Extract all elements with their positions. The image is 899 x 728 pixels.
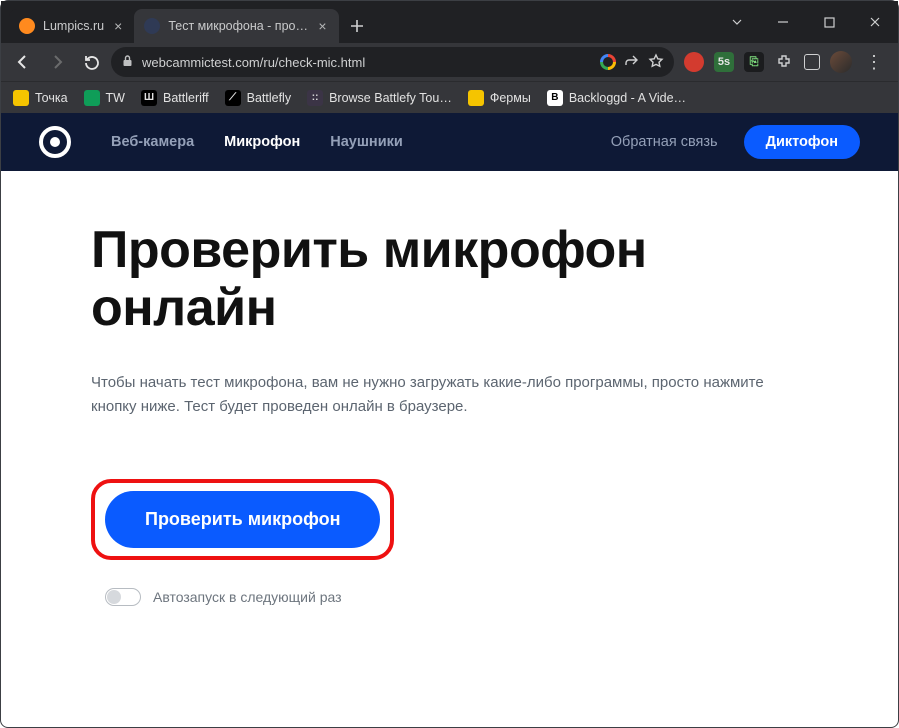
back-button[interactable] bbox=[9, 48, 37, 76]
bookmark-item[interactable]: Точка bbox=[13, 90, 68, 106]
kebab-menu-icon[interactable]: ⋮ bbox=[862, 53, 886, 71]
bookmark-item[interactable]: Фермы bbox=[468, 90, 531, 106]
nav-link-feedback[interactable]: Обратная связь bbox=[611, 134, 718, 150]
browser-chrome: Lumpics.ru × Тест микрофона - проверка м… bbox=[1, 1, 898, 113]
extension-badge[interactable]: 5s bbox=[714, 52, 734, 72]
bookmark-label: TW bbox=[106, 91, 125, 105]
address-bar[interactable]: webcammictest.com/ru/check-mic.html bbox=[111, 47, 674, 77]
toolbar: webcammictest.com/ru/check-mic.html 5s ⎘… bbox=[1, 43, 898, 81]
forward-button[interactable] bbox=[43, 48, 71, 76]
lock-icon bbox=[121, 54, 134, 70]
autostart-row: Автозапуск в следующий раз bbox=[91, 588, 808, 606]
share-icon[interactable] bbox=[624, 53, 640, 72]
nav-links: Веб-камера Микрофон Наушники bbox=[111, 134, 403, 150]
highlight-annotation: Проверить микрофон bbox=[91, 479, 394, 560]
chevron-down-icon[interactable] bbox=[714, 1, 760, 43]
site-logo-icon[interactable] bbox=[39, 126, 71, 158]
bookmark-label: Browse Battlefy Tou… bbox=[329, 91, 452, 105]
tab-mictest[interactable]: Тест микрофона - проверка ми × bbox=[134, 9, 338, 43]
check-microphone-button[interactable]: Проверить микрофон bbox=[105, 491, 380, 548]
tab-lumpics[interactable]: Lumpics.ru × bbox=[9, 9, 134, 43]
bookmark-item[interactable]: TW bbox=[84, 90, 125, 106]
bookmark-item[interactable]: B Backloggd - A Vide… bbox=[547, 90, 686, 106]
close-icon[interactable]: × bbox=[112, 17, 124, 35]
bookmark-label: Backloggd - A Vide… bbox=[569, 91, 686, 105]
bookmark-label: Battlefly bbox=[247, 91, 291, 105]
minimize-button[interactable] bbox=[760, 1, 806, 43]
dictaphone-button[interactable]: Диктофон bbox=[744, 125, 860, 159]
star-icon[interactable] bbox=[648, 53, 664, 72]
extension-icon[interactable] bbox=[684, 52, 704, 72]
globe-icon bbox=[19, 18, 35, 34]
new-tab-button[interactable] bbox=[343, 12, 371, 40]
nav-link-microphone[interactable]: Микрофон bbox=[224, 134, 300, 150]
bookmark-icon: Ш bbox=[141, 90, 157, 106]
tab-title: Тест микрофона - проверка ми bbox=[168, 19, 308, 33]
bookmark-label: Точка bbox=[35, 91, 68, 105]
nav-link-webcam[interactable]: Веб-камера bbox=[111, 134, 194, 150]
bookmark-label: Фермы bbox=[490, 91, 531, 105]
bookmark-icon bbox=[13, 90, 29, 106]
overflow-icon[interactable] bbox=[804, 54, 820, 70]
tab-strip: Lumpics.ru × Тест микрофона - проверка м… bbox=[1, 1, 371, 43]
window-controls bbox=[714, 1, 898, 43]
tab-title: Lumpics.ru bbox=[43, 19, 104, 33]
globe-icon bbox=[144, 18, 160, 34]
bookmark-bar: Точка TW Ш Battleriff ⟋ Battlefly ::Browse… bbox=[1, 81, 898, 113]
bookmark-icon: ⟋ bbox=[225, 90, 241, 106]
bookmark-item[interactable]: Ш Battleriff bbox=[141, 90, 209, 106]
close-window-button[interactable] bbox=[852, 1, 898, 43]
avatar[interactable] bbox=[830, 51, 852, 73]
site-nav: Веб-камера Микрофон Наушники Обратная св… bbox=[1, 113, 898, 171]
close-icon[interactable]: × bbox=[316, 17, 328, 35]
autostart-toggle[interactable] bbox=[105, 588, 141, 606]
bookmark-icon bbox=[84, 90, 100, 106]
bookmark-icon: :: bbox=[307, 90, 323, 106]
bookmark-icon bbox=[468, 90, 484, 106]
bookmark-item[interactable]: ::Browse Battlefy Tou… bbox=[307, 90, 452, 106]
reload-button[interactable] bbox=[77, 48, 105, 76]
extensions: 5s ⎘ ⋮ bbox=[680, 51, 890, 73]
extension-icon[interactable]: ⎘ bbox=[744, 52, 764, 72]
titlebar: Lumpics.ru × Тест микрофона - проверка м… bbox=[1, 1, 898, 43]
page-body: Проверить микрофон онлайн Чтобы начать т… bbox=[1, 171, 898, 606]
bookmark-label: Battleriff bbox=[163, 91, 209, 105]
puzzle-icon[interactable] bbox=[774, 52, 794, 72]
nav-link-headphones[interactable]: Наушники bbox=[330, 134, 403, 150]
page-lede: Чтобы начать тест микрофона, вам не нужн… bbox=[91, 371, 771, 419]
maximize-button[interactable] bbox=[806, 1, 852, 43]
autostart-label: Автозапуск в следующий раз bbox=[153, 589, 342, 605]
url-text: webcammictest.com/ru/check-mic.html bbox=[142, 55, 592, 70]
bookmark-icon: B bbox=[547, 90, 563, 106]
google-icon[interactable] bbox=[600, 54, 616, 70]
bookmark-item[interactable]: ⟋ Battlefly bbox=[225, 90, 291, 106]
page-title: Проверить микрофон онлайн bbox=[91, 221, 808, 337]
